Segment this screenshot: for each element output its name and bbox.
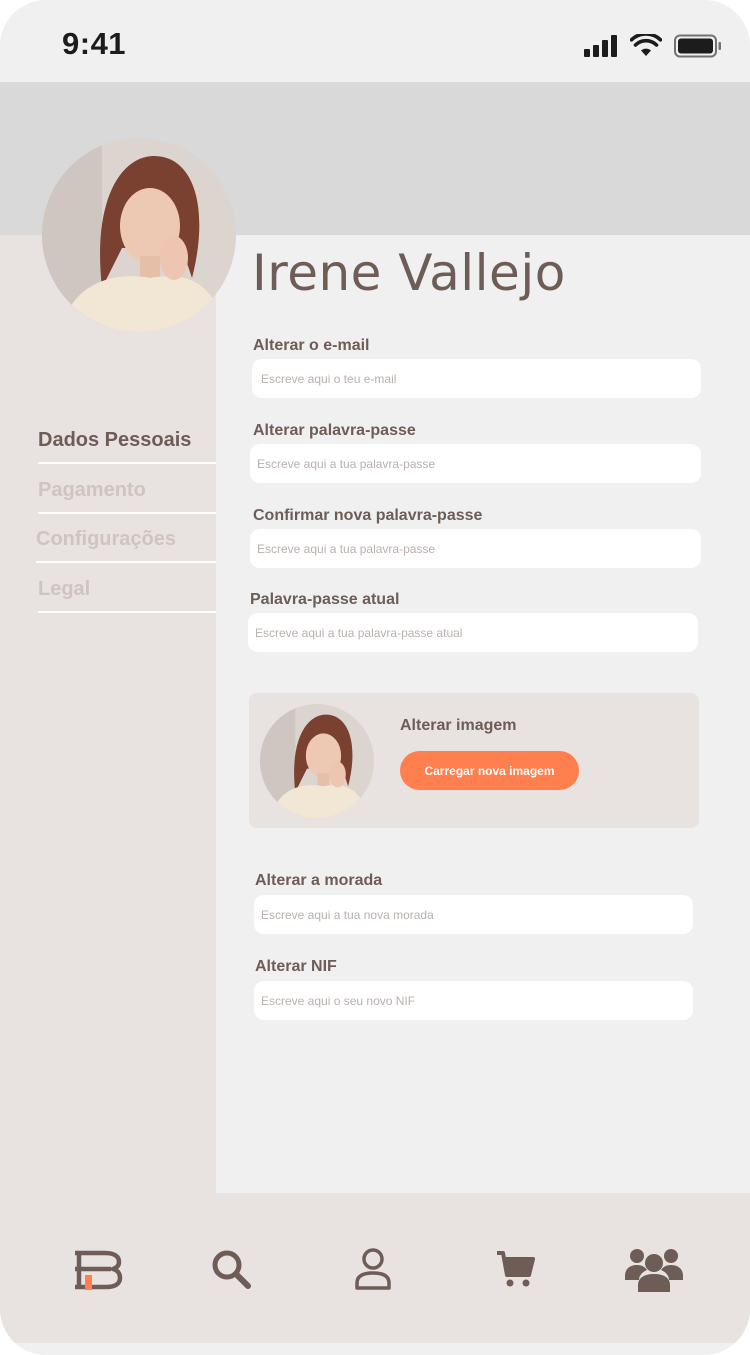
phone-screen: 9:41 Irene Vallejo Dados Pessoais Pagame… <box>0 0 750 1355</box>
sidebar-item-legal[interactable]: Legal <box>38 578 216 613</box>
tab-cart[interactable] <box>490 1243 542 1295</box>
sidebar-item-configuracoes[interactable]: Configurações <box>36 528 216 563</box>
current-password-field[interactable]: Escreve aqui a tua palavra-passe atual <box>248 613 698 652</box>
confirm-password-field[interactable]: Escreve aqui a tua palavra-passe <box>250 529 701 568</box>
status-bar: 9:41 <box>0 0 750 82</box>
confirm-password-label: Confirmar nova palavra-passe <box>253 507 483 524</box>
change-image-card: Alterar imagem Carregar nova imagem <box>249 693 699 828</box>
status-time: 9:41 <box>62 26 127 61</box>
wifi-icon <box>630 34 662 56</box>
tab-search[interactable] <box>205 1243 257 1295</box>
sidebar <box>0 235 216 1193</box>
image-preview <box>260 704 374 818</box>
profile-avatar <box>42 138 236 332</box>
battery-icon <box>674 34 721 58</box>
cart-icon <box>497 1251 535 1287</box>
books-logo-icon <box>75 1250 123 1290</box>
search-icon <box>212 1250 251 1289</box>
address-label: Alterar a morada <box>255 872 383 889</box>
address-field[interactable]: Escreve aqui a tua nova morada <box>254 895 693 934</box>
sidebar-item-dados-pessoais[interactable]: Dados Pessoais <box>38 429 216 464</box>
email-label: Alterar o e-mail <box>253 337 370 354</box>
change-image-title: Alterar imagem <box>400 717 517 734</box>
nif-field[interactable]: Escreve aqui o seu novo NIF <box>254 981 693 1020</box>
preview-photo <box>260 704 374 818</box>
upload-image-button[interactable]: Carregar nova imagem <box>400 751 579 790</box>
community-icon <box>625 1249 683 1292</box>
password-label: Alterar palavra-passe <box>253 422 416 439</box>
avatar-photo <box>42 138 236 332</box>
tab-home[interactable] <box>72 1243 124 1295</box>
profile-icon <box>355 1248 391 1290</box>
tab-community[interactable] <box>624 1243 684 1295</box>
current-password-label: Palavra-passe atual <box>250 591 400 608</box>
email-field[interactable]: Escreve aqui o teu e-mail <box>252 359 701 398</box>
status-icons <box>584 34 722 58</box>
profile-name: Irene Vallejo <box>252 244 566 302</box>
nif-label: Alterar NIF <box>255 958 337 975</box>
signal-icon <box>584 35 617 57</box>
password-field[interactable]: Escreve aqui a tua palavra-passe <box>250 444 701 483</box>
sidebar-item-pagamento[interactable]: Pagamento <box>38 479 216 514</box>
tab-profile[interactable] <box>347 1243 399 1295</box>
